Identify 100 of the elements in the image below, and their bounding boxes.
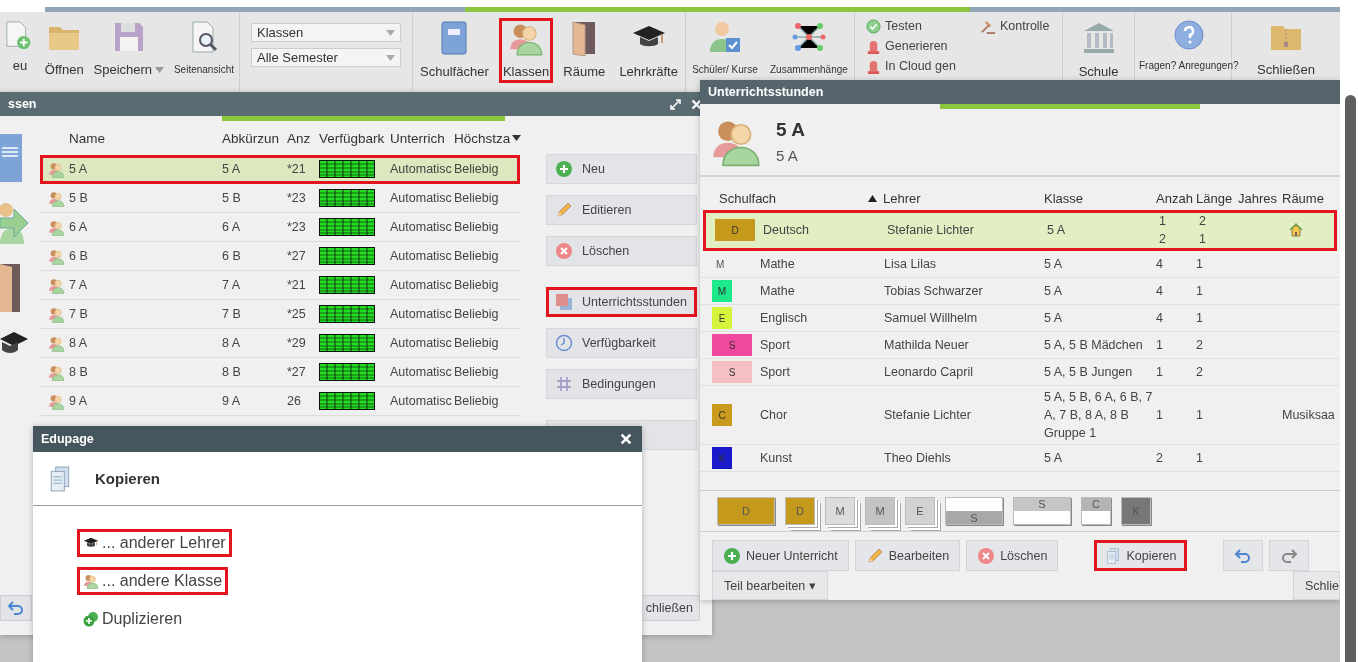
table-row[interactable]: D Deutsch Stefanie Lichter 5 A 1 2 2 1 — [703, 210, 1337, 251]
toolbar-link[interactable]: Testen — [866, 16, 981, 36]
action-button[interactable]: Neu — [546, 154, 697, 184]
menu-item[interactable]: ... andere Klasse — [77, 567, 229, 595]
column-header[interactable]: Länge — [1196, 191, 1238, 206]
column-header[interactable]: Unterrich — [390, 130, 454, 146]
action-button[interactable]: Neuer Unterricht — [712, 540, 849, 571]
dropdown-field[interactable]: Klassen — [251, 23, 401, 42]
list-icon — [0, 134, 22, 182]
column-header[interactable]: Klasse — [1044, 191, 1156, 206]
subject-chip: C — [712, 404, 732, 426]
action-button[interactable]: Löschen — [966, 540, 1059, 571]
table-cell-text: Automatisc — [390, 365, 453, 379]
redo-button[interactable] — [1269, 540, 1310, 571]
toolbar-button[interactable]: Zusammenhänge — [766, 18, 852, 79]
table-cell-text: 5 A — [1044, 283, 1064, 300]
close-button[interactable]: Schlie — [1292, 571, 1340, 600]
toolbar-button[interactable]: eu — [0, 18, 39, 77]
table-row[interactable]: K Kunst Theo Diehls 5 A 2 1 — [700, 445, 1340, 472]
column-header[interactable]: Jahres — [1238, 191, 1282, 206]
lesson-chip[interactable]: C — [1081, 497, 1111, 525]
action-button[interactable]: Bearbeiten — [854, 540, 961, 571]
toolbar-button[interactable]: Schüler/ Kurse — [688, 18, 762, 79]
menu-item[interactable]: ... anderer Lehrer — [77, 529, 232, 557]
table-row[interactable]: M Mathe Lisa Lilas 5 A 4 1 — [700, 251, 1340, 278]
table-row[interactable]: 5 B 5 B *23 Automatisc Beliebig — [40, 184, 520, 213]
table-cell-text: 5 A — [1044, 256, 1064, 273]
scrollbar[interactable] — [1340, 0, 1358, 662]
table-row[interactable]: E Englisch Samuel Willhelm 5 A 4 1 — [700, 305, 1340, 332]
table-cell-text: Automatisc — [390, 278, 453, 292]
toolbar-button[interactable]: Schule — [1074, 18, 1123, 83]
table-cell-text: Leonardo Capril — [884, 364, 974, 381]
dropdown-field[interactable]: Alle Semester — [251, 48, 401, 67]
column-header[interactable]: Anzah — [1156, 191, 1196, 206]
toolbar-link[interactable]: Generieren — [866, 36, 981, 56]
table-row[interactable]: 7 A 7 A *21 Automatisc Beliebig — [40, 271, 520, 300]
table-cell-text: 8 A — [222, 336, 242, 350]
table-cell-text: 1 2 — [1159, 213, 1167, 248]
window-title: ssen — [8, 97, 37, 111]
people-icon — [48, 189, 65, 207]
menu-item[interactable]: Duplizieren — [77, 605, 189, 633]
table-cell-text: 5 A, 5 B Mädchen — [1044, 337, 1144, 354]
close-icon — [691, 98, 702, 110]
availability-grid — [319, 218, 375, 236]
table-cell-text: *25 — [287, 307, 307, 321]
toolbar-link[interactable]: Kontrolle — [981, 16, 1061, 36]
column-header[interactable]: Name — [69, 130, 222, 146]
table-row[interactable]: 8 B 8 B *27 Automatisc Beliebig — [40, 358, 520, 387]
column-header[interactable]: Anz — [287, 130, 319, 146]
table-cell-text: Beliebig — [454, 307, 500, 321]
column-header[interactable]: Höchstza — [454, 130, 520, 146]
table-row[interactable]: S Sport Leonardo Capril 5 A, 5 B Jungen 1 2 — [700, 359, 1340, 386]
toolbar-button[interactable]: Speichern — [89, 18, 169, 81]
lesson-chip[interactable]: S — [1013, 497, 1071, 525]
toolbar-button[interactable]: Klassen — [498, 18, 554, 83]
table-cell-text: 2 — [1196, 364, 1204, 381]
door-icon — [0, 264, 20, 312]
table-cell-text: Chor — [760, 407, 789, 424]
table-cell-text: 9 A — [222, 394, 242, 408]
table-row[interactable]: 7 B 7 B *25 Automatisc Beliebig — [40, 300, 520, 329]
column-header[interactable]: Räume — [1282, 191, 1340, 206]
table-row[interactable]: 9 A 9 A 26 Automatisc Beliebig — [40, 387, 520, 416]
action-button[interactable]: Bedingungen — [546, 369, 697, 399]
action-button[interactable]: Kopieren — [1094, 540, 1188, 571]
action-button[interactable]: Verfügbarkeit — [546, 328, 697, 358]
close-icon — [620, 433, 632, 445]
action-button[interactable]: Unterrichtsstunden — [546, 287, 697, 317]
toolbar-button[interactable]: Räume — [559, 18, 610, 83]
toolbar-button[interactable]: Fragen? Anregungen? — [1135, 18, 1243, 75]
icon-button[interactable] — [0, 595, 32, 621]
table-row[interactable]: 6 A 6 A *23 Automatisc Beliebig — [40, 213, 520, 242]
availability-grid — [319, 334, 375, 352]
toolbar-button[interactable]: Seitenansicht — [169, 18, 238, 79]
table-cell-text: 5 B — [222, 191, 242, 205]
toolbar-button[interactable]: Lehrkräfte — [615, 18, 682, 83]
table-row[interactable]: S Sport Mathilda Neuer 5 A, 5 B Mädchen 1 2 — [700, 332, 1340, 359]
table-row[interactable]: 5 A 5 A *21 Automatisc Beliebig — [40, 155, 520, 184]
toolbar-button[interactable]: Schließen — [1253, 18, 1319, 81]
undo-icon — [1234, 546, 1253, 565]
toolbar-link[interactable]: In Cloud gen — [866, 56, 981, 76]
table-cell-text: 6 B — [222, 249, 242, 263]
toolbar-button[interactable]: Schulfächer — [416, 18, 493, 83]
table-cell-text: 5 A, 5 B, 6 A, 6 B, 7 A, 7 B, 8 A, 8 B Gruppe 1 — [1044, 389, 1154, 442]
toolbar-button[interactable]: Öffnen — [40, 18, 88, 81]
availability-grid — [319, 305, 375, 323]
duplicate-icon — [83, 611, 99, 627]
column-header[interactable]: Abkürzun — [222, 130, 287, 146]
action-button[interactable]: Editieren — [546, 195, 697, 225]
column-header[interactable]: Verfügbark — [319, 130, 390, 146]
table-cell-text: 5 A, 5 B Jungen — [1044, 364, 1134, 381]
undo-button[interactable] — [1223, 540, 1264, 571]
table-row[interactable]: 6 B 6 B *27 Automatisc Beliebig — [40, 242, 520, 271]
table-cell-text: 7 A — [69, 278, 89, 292]
action-button[interactable]: Löschen — [546, 236, 697, 266]
table-row[interactable]: 8 A 8 A *29 Automatisc Beliebig — [40, 329, 520, 358]
table-row[interactable]: C Chor Stefanie Lichter 5 A, 5 B, 6 A, 6 B, 7 A, 7 B, 8 A, 8 B Gruppe 1 1 1 Musiksaa — [700, 386, 1340, 445]
people-icon — [48, 305, 65, 323]
dropdown-button[interactable]: Teil bearbeiten ▾ — [712, 571, 828, 600]
table-row[interactable]: M Mathe Tobias Schwarzer 5 A 4 1 — [700, 278, 1340, 305]
subject-chip: M — [712, 280, 732, 302]
